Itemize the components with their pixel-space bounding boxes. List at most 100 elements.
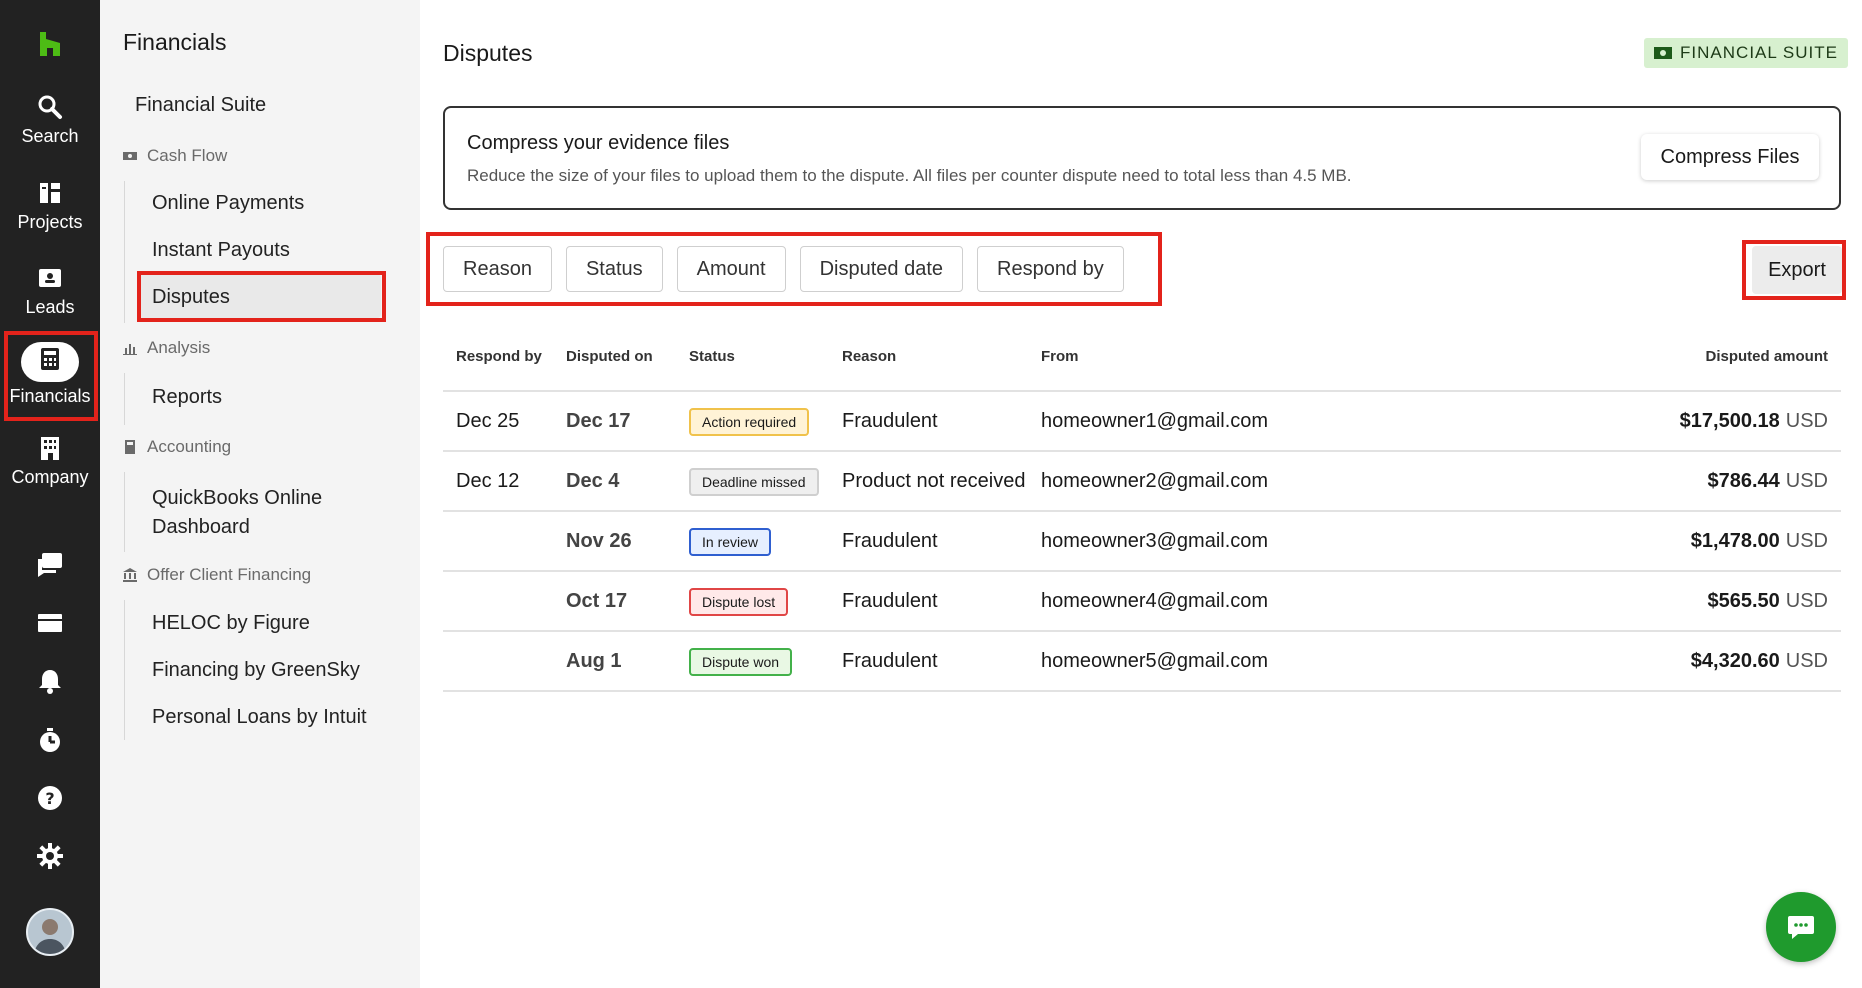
divider: [124, 181, 125, 323]
subnav-item-financial-suite[interactable]: Financial Suite: [135, 94, 266, 117]
divider: [124, 373, 125, 425]
search-icon: [38, 95, 62, 119]
cell-reason: Fraudulent: [842, 410, 938, 432]
subnav-section-accounting: Accounting: [123, 437, 231, 457]
bank-icon: [123, 568, 137, 582]
cell-disputed-on: Nov 26: [566, 530, 632, 552]
chart-icon: [123, 344, 137, 355]
compress-files-button[interactable]: Compress Files: [1641, 134, 1819, 180]
currency-label: USD: [1785, 470, 1828, 492]
status-badge: In review: [689, 528, 772, 556]
inbox-icon[interactable]: [36, 609, 64, 637]
main-content: Disputes FINANCIAL SUITE Compress your e…: [420, 0, 1862, 988]
cell-from: homeowner4@gmail.com: [1041, 590, 1269, 612]
cell-amount: $17,500.18 USD: [1680, 410, 1828, 433]
cell-from: homeowner5@gmail.com: [1041, 650, 1269, 672]
highlight-box-export: [1742, 240, 1846, 300]
divider: [124, 600, 125, 740]
cell-from: homeowner3@gmail.com: [1041, 530, 1269, 552]
currency-label: USD: [1785, 410, 1828, 432]
highlight-box-filters: [426, 232, 1162, 306]
status-badge: Dispute won: [689, 648, 793, 676]
cell-amount: $4,320.60 USD: [1691, 650, 1828, 673]
rail-item-company[interactable]: Company: [0, 435, 100, 488]
cash-icon: [123, 152, 137, 160]
banner-description: Reduce the size of your files to upload …: [467, 166, 1352, 185]
status-badge: Action required: [689, 408, 810, 436]
status-badge: Deadline missed: [689, 468, 819, 496]
rail-item-search[interactable]: Search: [0, 94, 100, 147]
help-icon[interactable]: ?: [36, 784, 64, 812]
amount-value: $4,320.60: [1690, 650, 1780, 672]
table-row[interactable]: Nov 26 In review Fraudulent homeowner3@g…: [443, 512, 1841, 572]
avatar[interactable]: [26, 908, 74, 956]
cell-from: homeowner1@gmail.com: [1041, 410, 1269, 432]
subnav-item-quickbooks[interactable]: QuickBooks Online Dashboard: [152, 484, 372, 542]
calculator-icon: [125, 440, 135, 454]
gear-icon[interactable]: [36, 842, 64, 870]
amount-value: $565.50: [1707, 590, 1780, 612]
subnav-section-analysis: Analysis: [123, 338, 210, 358]
section-label: Accounting: [147, 437, 232, 456]
cash-icon: [1654, 47, 1673, 59]
financial-suite-badge: FINANCIAL SUITE: [1644, 38, 1848, 68]
cell-amount: $786.44 USD: [1707, 470, 1828, 493]
rail-item-projects[interactable]: Projects: [0, 180, 100, 233]
houzz-logo-icon[interactable]: [36, 30, 64, 58]
rail-item-label: Search: [21, 126, 79, 146]
col-disputed-amount[interactable]: Disputed amount: [1706, 348, 1829, 365]
subnav-item-heloc[interactable]: HELOC by Figure: [152, 612, 310, 635]
section-label: Analysis: [147, 338, 211, 357]
cell-reason: Fraudulent: [842, 590, 938, 612]
currency-label: USD: [1785, 530, 1828, 552]
col-from[interactable]: From: [1041, 348, 1079, 365]
subnav-title: Financials: [123, 29, 227, 55]
subnav-item-reports[interactable]: Reports: [152, 386, 222, 409]
col-status[interactable]: Status: [689, 348, 735, 365]
subnav-item-online-payments[interactable]: Online Payments: [152, 192, 304, 215]
table-row[interactable]: Aug 1 Dispute won Fraudulent homeowner5@…: [443, 632, 1841, 692]
disputes-table: Respond by Disputed on Status Reason Fro…: [443, 330, 1841, 692]
subnav-item-instant-payouts[interactable]: Instant Payouts: [152, 239, 290, 262]
compress-banner: Compress your evidence files Reduce the …: [443, 106, 1841, 210]
amount-value: $17,500.18: [1679, 410, 1780, 432]
timer-icon[interactable]: [36, 726, 64, 754]
table-row[interactable]: Oct 17 Dispute lost Fraudulent homeowner…: [443, 572, 1841, 632]
bell-icon[interactable]: [36, 667, 64, 695]
company-icon: [41, 437, 59, 460]
messages-icon[interactable]: [36, 550, 64, 578]
chat-icon: [1788, 916, 1814, 939]
table-header: Respond by Disputed on Status Reason Fro…: [443, 330, 1841, 392]
subnav-item-personal-loans[interactable]: Personal Loans by Intuit: [152, 706, 367, 729]
col-reason[interactable]: Reason: [842, 348, 896, 365]
projects-icon: [40, 183, 60, 203]
cell-disputed-on: Oct 17: [566, 590, 628, 612]
currency-label: USD: [1785, 590, 1828, 612]
subnav-item-greensky[interactable]: Financing by GreenSky: [152, 659, 360, 682]
cell-reason: Product not received: [842, 470, 1026, 492]
divider: [124, 472, 125, 552]
avatar-image: [28, 910, 72, 954]
table-row[interactable]: Dec 25 Dec 17 Action required Fraudulent…: [443, 392, 1841, 452]
cell-amount: $565.50 USD: [1707, 590, 1828, 613]
cell-reason: Fraudulent: [842, 530, 938, 552]
highlight-box-disputes: [137, 271, 386, 322]
table-row[interactable]: Dec 12 Dec 4 Deadline missed Product not…: [443, 452, 1841, 512]
col-respond-by[interactable]: Respond by: [456, 348, 542, 365]
cell-disputed-on: Dec 17: [566, 410, 631, 432]
rail-item-label: Company: [11, 467, 89, 487]
cell-respond-by: Dec 12: [456, 470, 520, 492]
cell-disputed-on: Aug 1: [566, 650, 622, 672]
rail-item-leads[interactable]: Leads: [0, 265, 100, 318]
col-disputed-on[interactable]: Disputed on: [566, 348, 653, 365]
amount-value: $786.44: [1707, 470, 1780, 492]
cell-amount: $1,478.00 USD: [1691, 530, 1828, 553]
leads-icon: [39, 269, 61, 287]
svg-text:?: ?: [45, 789, 54, 808]
page-title: Disputes: [443, 40, 533, 66]
cell-from: homeowner2@gmail.com: [1041, 470, 1269, 492]
chat-button[interactable]: [1766, 892, 1836, 962]
cell-disputed-on: Dec 4: [566, 470, 620, 492]
left-rail: Search Projects Leads Financials Company…: [0, 0, 100, 988]
badge-label: FINANCIAL SUITE: [1680, 43, 1838, 62]
